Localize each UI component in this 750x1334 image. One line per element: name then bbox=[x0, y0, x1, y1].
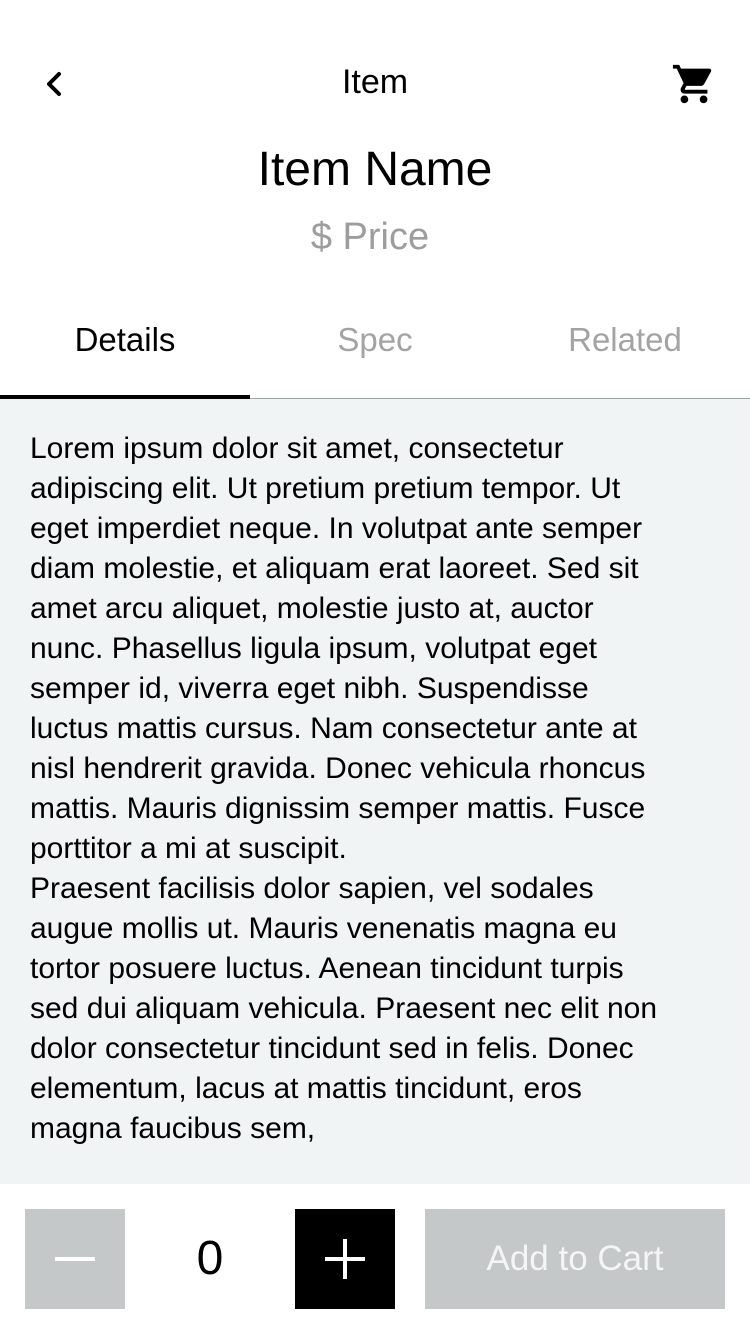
details-text: Lorem ipsum dolor sit amet, consectetur … bbox=[30, 429, 670, 1149]
plus-icon bbox=[325, 1239, 365, 1279]
purchase-bar: 0 Add to Cart bbox=[0, 1184, 750, 1334]
quantity-value: 0 bbox=[196, 1232, 224, 1285]
shopping-cart-icon bbox=[672, 64, 712, 104]
nav-title: Item bbox=[341, 63, 409, 101]
increase-quantity-button[interactable] bbox=[295, 1209, 395, 1309]
item-name: Item Name bbox=[257, 143, 493, 196]
add-to-cart-button[interactable]: Add to Cart bbox=[425, 1209, 725, 1309]
tab-details[interactable]: Details bbox=[0, 300, 250, 399]
details-content[interactable]: Lorem ipsum dolor sit amet, consectetur … bbox=[0, 399, 750, 1184]
details-paragraph: Lorem ipsum dolor sit amet, consectetur … bbox=[30, 432, 646, 865]
tab-bar: Details Spec Related bbox=[0, 300, 750, 399]
item-detail-screen: Item Item Name $ Price Details Spec Rela… bbox=[0, 0, 750, 1334]
decrease-quantity-button[interactable] bbox=[25, 1209, 125, 1309]
tab-related[interactable]: Related bbox=[500, 300, 750, 398]
cart-button[interactable] bbox=[668, 60, 720, 108]
minus-icon bbox=[55, 1257, 95, 1261]
details-paragraph: Praesent facilisis dolor sapien, vel sod… bbox=[30, 872, 658, 1145]
navigation-bar: Item bbox=[0, 40, 750, 128]
tab-spec[interactable]: Spec bbox=[250, 300, 500, 398]
item-price: $ Price bbox=[310, 216, 430, 258]
